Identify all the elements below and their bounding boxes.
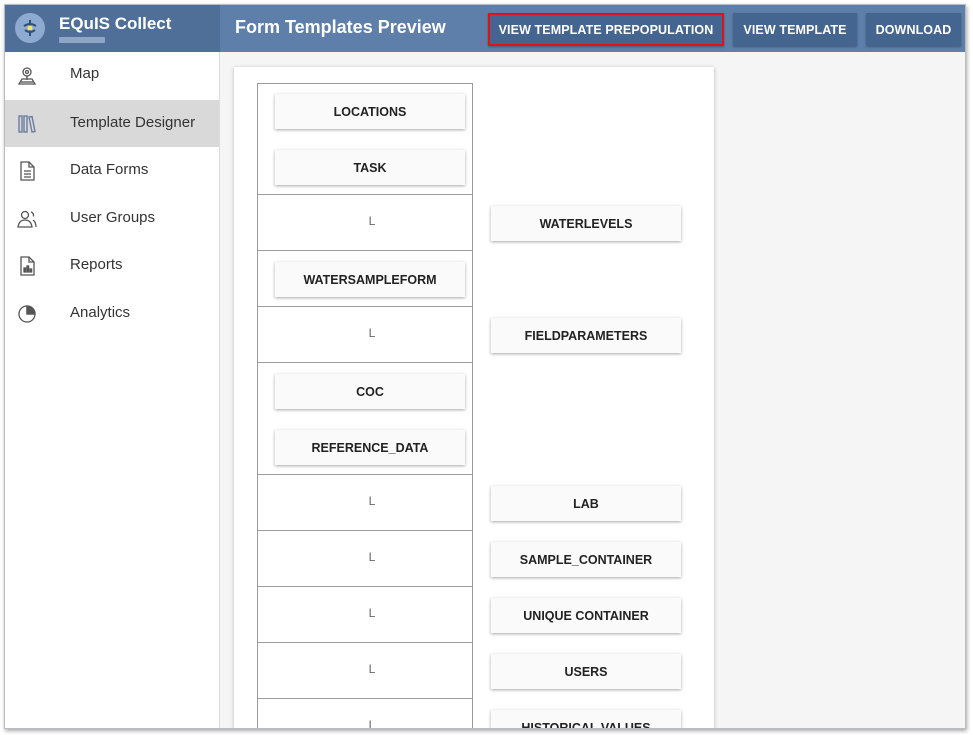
- child-marker: L: [368, 326, 376, 340]
- template-preview-card: LOCATIONS TASK WATERSAMPLEFORM COC REFER…: [234, 67, 714, 729]
- document-icon: [16, 160, 38, 182]
- form-button-watersampleform[interactable]: WATERSAMPLEFORM: [275, 262, 465, 297]
- sidebar-item-user-groups[interactable]: User Groups: [5, 195, 219, 243]
- app-window: EQuIS Collect Form Templates Preview VIE…: [4, 4, 966, 729]
- users-icon: [16, 208, 38, 230]
- sidebar-item-label: Map: [70, 65, 100, 82]
- child-marker: L: [368, 606, 376, 620]
- form-button-locations[interactable]: LOCATIONS: [275, 94, 465, 129]
- pie-chart-icon: [16, 303, 38, 325]
- sidebar-item-data-forms[interactable]: Data Forms: [5, 147, 219, 195]
- sidebar-item-map[interactable]: Map: [5, 52, 219, 100]
- bar-chart-file-icon: [16, 255, 38, 277]
- child-column-divider: [472, 194, 690, 728]
- sidebar-item-reports[interactable]: Reports: [5, 242, 219, 290]
- form-button-unique-container[interactable]: UNIQUE CONTAINER: [491, 598, 681, 633]
- form-button-fieldparameters[interactable]: FIELDPARAMETERS: [491, 318, 681, 353]
- child-marker: L: [368, 662, 376, 676]
- page-title: Form Templates Preview: [235, 17, 446, 37]
- child-marker: L: [368, 214, 376, 228]
- app-name: EQuIS Collect: [59, 14, 172, 33]
- brand-area: EQuIS Collect: [5, 5, 220, 52]
- library-icon: [16, 113, 38, 135]
- view-template-button[interactable]: VIEW TEMPLATE: [733, 13, 857, 46]
- child-marker: L: [368, 494, 376, 508]
- sidebar-item-label: User Groups: [70, 208, 156, 226]
- app-subtitle-bar: [59, 37, 105, 43]
- sidebar-item-label: Analytics: [70, 303, 131, 321]
- sidebar-item-analytics[interactable]: Analytics: [5, 290, 219, 338]
- view-template-prepopulation-button[interactable]: VIEW TEMPLATE PREPOPULATION: [488, 13, 724, 46]
- top-bar: EQuIS Collect Form Templates Preview VIE…: [5, 5, 965, 52]
- form-button-sample-container[interactable]: SAMPLE_CONTAINER: [491, 542, 681, 577]
- form-button-lab[interactable]: LAB: [491, 486, 681, 521]
- child-marker: L: [368, 718, 376, 729]
- app-logo-icon[interactable]: [15, 13, 45, 43]
- sidebar-item-template-designer[interactable]: Template Designer: [5, 99, 219, 147]
- download-button[interactable]: DOWNLOAD: [866, 13, 961, 46]
- form-button-reference-data[interactable]: REFERENCE_DATA: [275, 430, 465, 465]
- form-button-coc[interactable]: COC: [275, 374, 465, 409]
- form-button-users[interactable]: USERS: [491, 654, 681, 689]
- sidebar-item-label: Reports: [70, 256, 123, 273]
- form-button-task[interactable]: TASK: [275, 150, 465, 185]
- sidebar-item-label: Template Designer: [70, 113, 196, 131]
- sidebar-item-label: Data Forms: [70, 161, 149, 178]
- sidebar: Map Template Designer Data Forms User Gr…: [5, 52, 220, 728]
- form-button-historical-values[interactable]: HISTORICAL VALUES: [491, 710, 681, 728]
- child-marker: L: [368, 550, 376, 564]
- form-button-waterlevels[interactable]: WATERLEVELS: [491, 206, 681, 241]
- map-pin-icon: [16, 65, 38, 87]
